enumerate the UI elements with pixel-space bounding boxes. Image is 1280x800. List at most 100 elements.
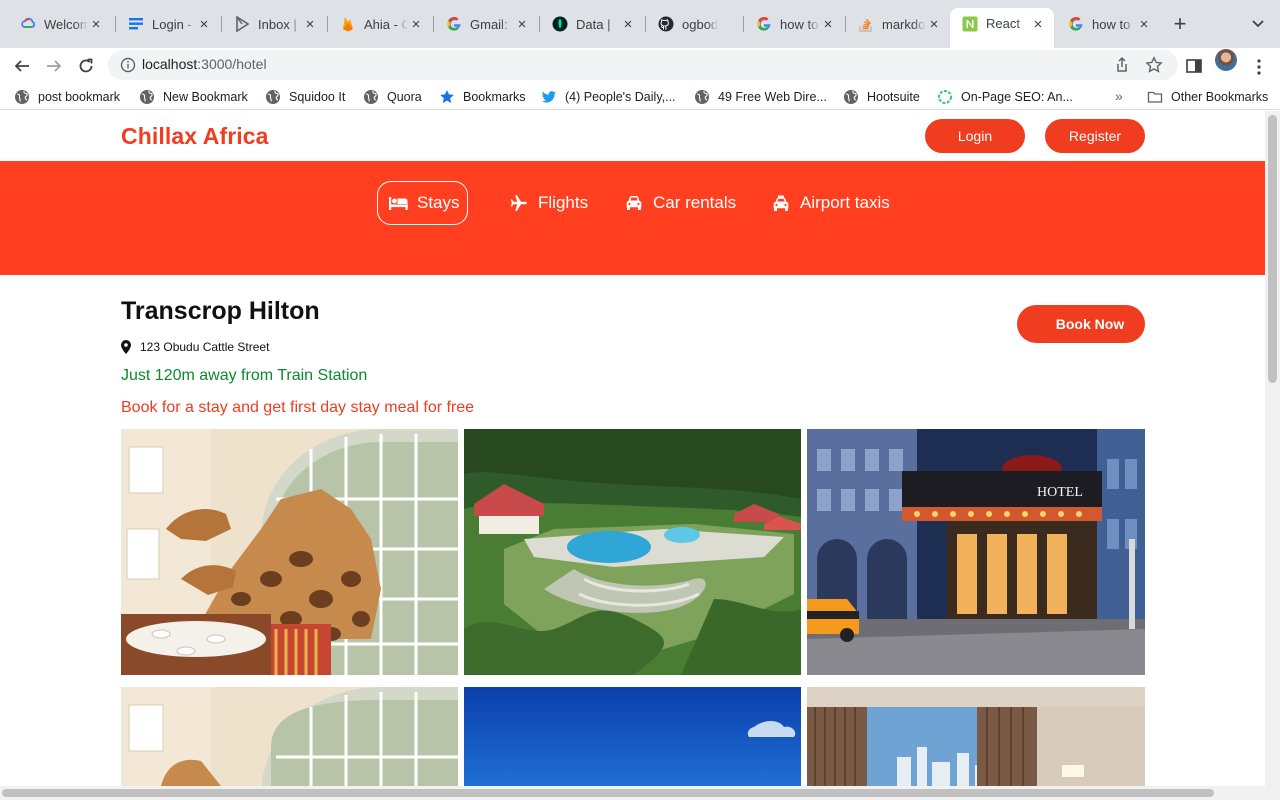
browser-tab[interactable]: ogbodo [646,8,742,40]
bookmark-item[interactable]: New Bookmark [139,84,248,110]
other-bookmarks-folder[interactable]: Other Bookmarks [1147,84,1268,110]
google-icon [1069,16,1083,31]
google-icon [447,16,461,31]
reload-button[interactable] [72,52,100,80]
hotel-room-photo-image [807,687,1145,786]
browser-tab[interactable]: how to × [1056,8,1160,40]
close-tab-icon[interactable]: × [302,16,318,33]
hotel-photo[interactable] [464,429,801,675]
hero-banner: Stays Flights Car rentals Airport taxis [0,161,1265,275]
close-tab-icon[interactable]: × [408,16,424,33]
close-tab-icon[interactable]: × [196,16,212,33]
car-icon [623,194,645,212]
tab-title: Welcome [44,16,88,32]
hotel-photo[interactable] [121,429,458,675]
login-button[interactable]: Login [925,119,1025,153]
bookmarks-overflow-button[interactable]: » [1115,88,1123,104]
browser-tab-active[interactable]: React × [950,8,1054,48]
hotel-photo[interactable] [807,687,1145,786]
page-viewport: Chillax Africa Login Register Stays Flig… [0,111,1265,786]
browser-tab[interactable]: Gmail: × [434,8,538,40]
back-button[interactable] [8,52,36,80]
url-text[interactable]: localhost:3000/hotel [142,56,267,72]
nav-label: Airport taxis [800,193,890,212]
vertical-scrollbar[interactable] [1265,111,1280,786]
inbox-icon [236,16,250,32]
new-tab-button[interactable]: + [1168,12,1192,36]
bookmark-item[interactable]: (4) People's Daily,... [541,84,676,110]
bookmark-item[interactable]: 49 Free Web Dire... [694,84,827,110]
bookmark-label: On-Page SEO: An... [961,90,1073,104]
close-tab-icon[interactable]: × [514,16,530,33]
horizontal-scrollbar[interactable] [0,786,1280,800]
tab-title: how to [1092,16,1131,32]
nav-item-car-rentals[interactable]: Car rentals [623,181,736,225]
browser-tab[interactable]: how to × [744,8,844,40]
browser-tab[interactable]: markdo × [846,8,950,40]
globe-icon [140,90,154,104]
share-icon[interactable] [1113,56,1131,74]
bookmark-item[interactable]: post bookmark [14,84,120,110]
bookmark-label: post bookmark [38,90,120,104]
sky-photo-image [464,687,801,786]
more-vert-icon[interactable] [1252,58,1266,76]
nodejs-icon [962,16,978,32]
hotel-photo[interactable] [121,687,458,786]
hotel-distance: Just 120m away from Train Station [121,367,368,384]
bookmarks-bar: post bookmark New Bookmark Squidoo It Qu… [0,84,1280,110]
bookmark-item[interactable]: Bookmarks [439,84,526,110]
nav-item-airport-taxis[interactable]: Airport taxis [770,181,890,225]
stackoverflow-icon [859,18,872,32]
arrow-left-icon [14,60,29,72]
close-tab-icon[interactable]: × [926,16,942,33]
tab-title: React [986,16,1020,31]
side-panel-icon[interactable] [1185,57,1203,75]
tab-title: how to [780,16,819,32]
address-bar[interactable]: localhost:3000/hotel [108,50,1178,80]
browser-tab[interactable]: Inbox | × [222,8,326,40]
profile-avatar[interactable] [1215,49,1237,71]
tab-title: ogbodo [682,16,718,32]
giraffe-photo-image [121,429,458,675]
address-text: 123 Obudu Cattle Street [140,340,270,354]
location-pin-icon [121,340,131,354]
bookmark-item[interactable]: On-Page SEO: An... [937,84,1073,110]
google-icon [757,16,771,31]
register-button[interactable]: Register [1045,119,1145,153]
bookmark-item[interactable]: Squidoo It [265,84,345,110]
tab-title: Ahia - C [364,16,408,32]
bookmark-label: Other Bookmarks [1171,90,1269,104]
browser-tab[interactable]: Welcome × [8,8,112,40]
book-now-button[interactable]: Book Now [1017,305,1145,343]
taxi-icon [770,194,792,212]
arrow-right-icon [47,60,62,72]
bookmark-item[interactable]: Quora [363,84,422,110]
nav-item-flights[interactable]: Flights [508,181,588,225]
close-tab-icon[interactable]: × [1136,16,1152,33]
close-tab-icon[interactable]: × [820,16,836,33]
chevron-down-icon[interactable] [1249,14,1267,32]
nav-item-stays[interactable]: Stays [377,181,468,225]
forward-button[interactable] [40,52,68,80]
close-tab-icon[interactable]: × [620,16,636,33]
star-icon [440,90,454,103]
hotel-offer: Book for a stay and get first day stay m… [121,399,475,416]
site-logo[interactable]: Chillax Africa [121,123,269,150]
scrollbar-thumb[interactable] [1268,115,1277,383]
close-tab-icon[interactable] [718,16,734,32]
hotel-photo[interactable] [464,687,801,786]
bookmark-label: Hootsuite [867,90,920,104]
browser-tab[interactable]: Ahia - C × [328,8,432,40]
browser-tab-strip: Welcome × Login - × Inbox | × Ahia - C ×… [0,0,1280,48]
scrollbar-thumb[interactable] [2,789,1214,797]
info-icon[interactable] [120,57,136,73]
resort-photo-image [464,429,801,675]
bookmark-item[interactable]: Hootsuite [843,84,920,110]
close-tab-icon[interactable]: × [88,16,104,33]
bookmark-label: 49 Free Web Dire... [718,90,827,104]
browser-tab[interactable]: Data | × [540,8,644,40]
close-tab-icon[interactable]: × [1030,16,1046,33]
star-icon[interactable] [1145,56,1163,74]
browser-tab[interactable]: Login - × [116,8,220,40]
hotel-photo[interactable]: HOTEL [807,429,1145,675]
